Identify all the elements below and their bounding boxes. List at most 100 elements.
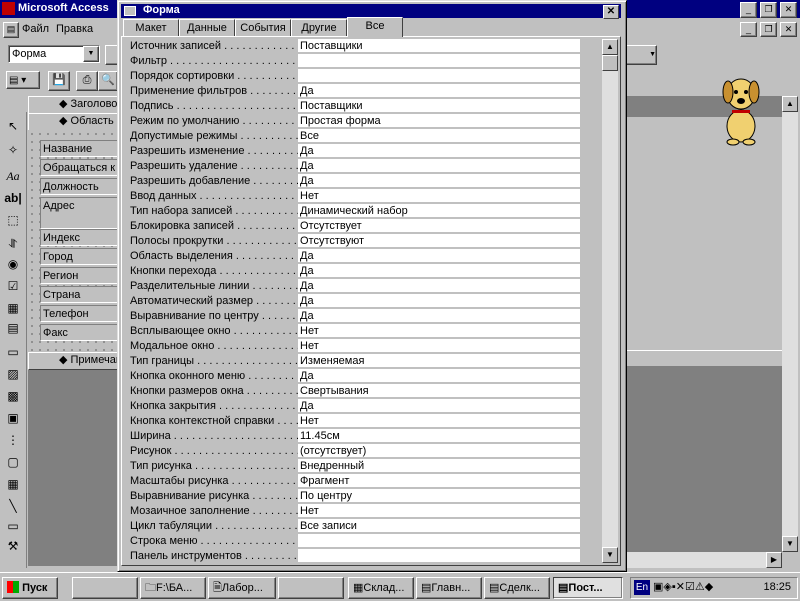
app-restore-icon[interactable]: ❐ (760, 2, 777, 18)
tray-icons[interactable]: ▣◈▪✕☑⚠◆ (653, 580, 713, 593)
property-row[interactable]: Источник записей . . . . . . . . . . . .… (128, 39, 598, 54)
option-group-icon[interactable]: ⬚ (3, 210, 23, 230)
image-tool-icon[interactable]: ▨ (3, 364, 23, 384)
field-label-index[interactable]: Индекс (40, 229, 128, 246)
command-button-icon[interactable]: ▭ (3, 342, 23, 362)
chevron-down-icon[interactable]: ▼ (83, 46, 99, 62)
property-row[interactable]: Разделительные линии . . . . . . . . . .… (128, 279, 598, 294)
property-row[interactable]: Тип набора записей . . . . . . . . . . .… (128, 204, 598, 219)
minimize-icon[interactable]: _ (740, 22, 757, 37)
property-value-field[interactable]: Изменяемая (298, 354, 580, 368)
property-row[interactable]: Тип рисунка . . . . . . . . . . . . . . … (128, 459, 598, 474)
combo-box-icon[interactable]: ▦ (3, 298, 23, 318)
section-detail-bar[interactable]: ◆ Область (28, 113, 130, 131)
detail-grid-right[interactable] (625, 116, 782, 357)
property-row[interactable]: Кнопка контекстной справки . . . . . . .… (128, 414, 598, 429)
horizontal-scrollbar[interactable]: ▶ (620, 552, 782, 568)
property-row[interactable]: Выравнивание рисунка . . . . . . . . . .… (128, 489, 598, 504)
field-label-region[interactable]: Регион (40, 267, 128, 284)
property-sheet-title-bar[interactable]: Форма ✕ (121, 4, 621, 19)
scroll-up-icon[interactable]: ▲ (782, 96, 798, 112)
property-value-field[interactable]: Да (298, 309, 580, 323)
taskbar-button-suppliers[interactable]: ▤Пост... (553, 577, 623, 599)
list-box-icon[interactable]: ▤ (3, 318, 23, 338)
taskbar-button-folder[interactable]: 🗀F:\БА... (140, 577, 206, 599)
property-row[interactable]: Порядок сортировки . . . . . . . . . . .… (128, 69, 598, 84)
property-row[interactable]: Автоматический размер . . . . . . . . . … (128, 294, 598, 309)
option-button-icon[interactable]: ◉ (3, 254, 23, 274)
field-label-contact[interactable]: Обращаться к (40, 159, 128, 176)
taskbar-button-deals[interactable]: ▤Сделк... (484, 577, 550, 599)
property-value-field[interactable]: Все (298, 129, 580, 143)
office-assistant-dog-icon[interactable] (705, 66, 775, 146)
property-value-field[interactable]: Да (298, 159, 580, 173)
property-scroll-down-icon[interactable]: ▼ (602, 547, 618, 563)
field-label-position[interactable]: Должность (40, 178, 128, 195)
restore-icon[interactable]: ❐ (760, 22, 777, 37)
tab-all[interactable]: Все (347, 17, 403, 37)
start-button[interactable]: Пуск (2, 577, 58, 599)
property-value-field[interactable]: Отсутствует (298, 219, 580, 233)
property-value-field[interactable]: Динамический набор (298, 204, 580, 218)
language-indicator[interactable]: En (634, 580, 650, 595)
property-row[interactable]: Цикл табуляции . . . . . . . . . . . . .… (128, 519, 598, 534)
property-row[interactable]: Разрешить добавление . . . . . . . . . .… (128, 174, 598, 189)
vertical-scrollbar[interactable]: ▲ ▼ (782, 96, 798, 552)
property-row[interactable]: Строка меню . . . . . . . . . . . . . . … (128, 534, 598, 549)
line-tool-icon[interactable]: ╲ (3, 496, 23, 516)
app-close-icon[interactable]: ✕ (780, 2, 797, 18)
property-value-field[interactable]: Нет (298, 324, 580, 338)
toolbar-dropdown-icon[interactable]: ▼ (625, 45, 657, 65)
field-label-country[interactable]: Страна (40, 286, 128, 303)
tab-layout[interactable]: Макет (123, 19, 179, 36)
property-row[interactable]: Ввод данных . . . . . . . . . . . . . . … (128, 189, 598, 204)
property-value-field[interactable]: Да (298, 144, 580, 158)
property-row[interactable]: Блокировка записей . . . . . . . . . . .… (128, 219, 598, 234)
property-row[interactable]: Область выделения . . . . . . . . . . . … (128, 249, 598, 264)
property-value-field[interactable]: 11.45см (298, 429, 580, 443)
property-row[interactable]: Полосы прокрутки . . . . . . . . . . . .… (128, 234, 598, 249)
property-scroll-thumb[interactable] (602, 55, 618, 71)
property-value-field[interactable]: Все записи (298, 519, 580, 533)
bound-object-icon[interactable]: ▣ (3, 408, 23, 428)
taskbar-button-warehouse[interactable]: ▦Склад... (348, 577, 414, 599)
property-row[interactable]: Кнопка оконного меню . . . . . . . . . .… (128, 369, 598, 384)
property-value-field[interactable]: Внедренный (298, 459, 580, 473)
property-row[interactable]: Кнопки размеров окна . . . . . . . . . .… (128, 384, 598, 399)
property-value-field[interactable]: Нет (298, 414, 580, 428)
preview-icon[interactable]: 🔍 (98, 71, 118, 91)
taskbar-button-word[interactable]: 🗎Лабор... (208, 577, 276, 599)
form-window-icon[interactable]: ▤ (3, 22, 19, 38)
property-sheet-close-button[interactable]: ✕ (603, 5, 619, 19)
field-label-fax[interactable]: Факс (40, 324, 128, 341)
property-list-scrollbar[interactable]: ▲ ▼ (602, 39, 618, 563)
property-value-field[interactable] (298, 549, 580, 563)
property-value-field[interactable] (298, 69, 580, 83)
property-value-field[interactable]: Да (298, 279, 580, 293)
close-icon[interactable]: ✕ (780, 22, 797, 37)
property-value-field[interactable]: Нет (298, 189, 580, 203)
section-footer-bar[interactable]: ◆ Примечан (28, 352, 130, 370)
property-value-field[interactable]: Поставщики (298, 99, 580, 113)
checkbox-tool-icon[interactable]: ☑ (3, 276, 23, 296)
property-value-field[interactable]: Отсутствуют (298, 234, 580, 248)
property-value-field[interactable]: Да (298, 174, 580, 188)
taskbar-blank-button-2[interactable] (278, 577, 344, 599)
property-row[interactable]: Тип границы . . . . . . . . . . . . . . … (128, 354, 598, 369)
property-row[interactable]: Разрешить удаление . . . . . . . . . . .… (128, 159, 598, 174)
property-value-field[interactable]: Да (298, 294, 580, 308)
property-value-field[interactable]: По центру (298, 489, 580, 503)
taskbar-button-main[interactable]: ▤Главн... (416, 577, 482, 599)
property-value-field[interactable]: Нет (298, 339, 580, 353)
property-value-field[interactable]: Да (298, 84, 580, 98)
property-row[interactable]: Режим по умолчанию . . . . . . . . . . .… (128, 114, 598, 129)
more-controls-icon[interactable]: ⚒ (3, 536, 23, 556)
view-icon[interactable]: ▤ ▾ (6, 71, 40, 89)
field-label-name[interactable]: Название (40, 140, 128, 157)
page-break-icon[interactable]: ⋮ (3, 430, 23, 450)
scroll-down-icon[interactable]: ▼ (782, 536, 798, 552)
label-tool-icon[interactable]: Aa (3, 166, 23, 186)
section-header-bar[interactable]: ◆ Заголовок (28, 96, 130, 114)
taskbar-blank-button[interactable] (72, 577, 138, 599)
tab-other[interactable]: Другие (291, 19, 347, 36)
